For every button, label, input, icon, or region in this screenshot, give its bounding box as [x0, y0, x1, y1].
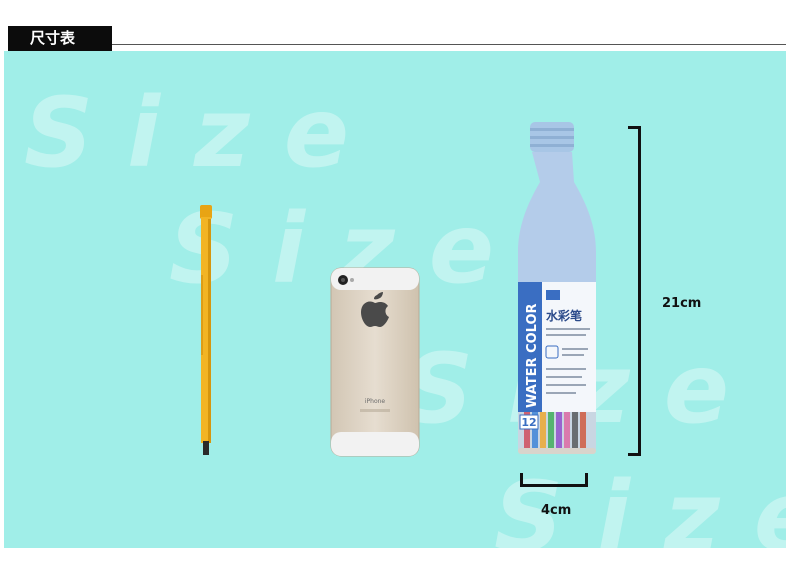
- phone-brand-text: iPhone: [365, 398, 386, 405]
- watermark-text: Size: [494, 461, 786, 548]
- watercolor-bottle-image: WATER COLOR 水彩笔 12: [518, 122, 596, 454]
- section-title: 尺寸表: [30, 29, 76, 47]
- watermark-text: Size: [24, 77, 384, 189]
- height-label: 21cm: [662, 296, 702, 311]
- bottle-count: 12: [521, 416, 536, 429]
- width-label: 4cm: [541, 503, 572, 518]
- marker-pen-image: [200, 205, 212, 455]
- bottle-vertical-text: WATER COLOR: [525, 303, 540, 408]
- section-title-tab: 尺寸表: [8, 26, 112, 51]
- bottle-cn-label: 水彩笔: [546, 308, 582, 323]
- phone-image: iPhone: [330, 267, 420, 457]
- title-divider: [112, 44, 786, 45]
